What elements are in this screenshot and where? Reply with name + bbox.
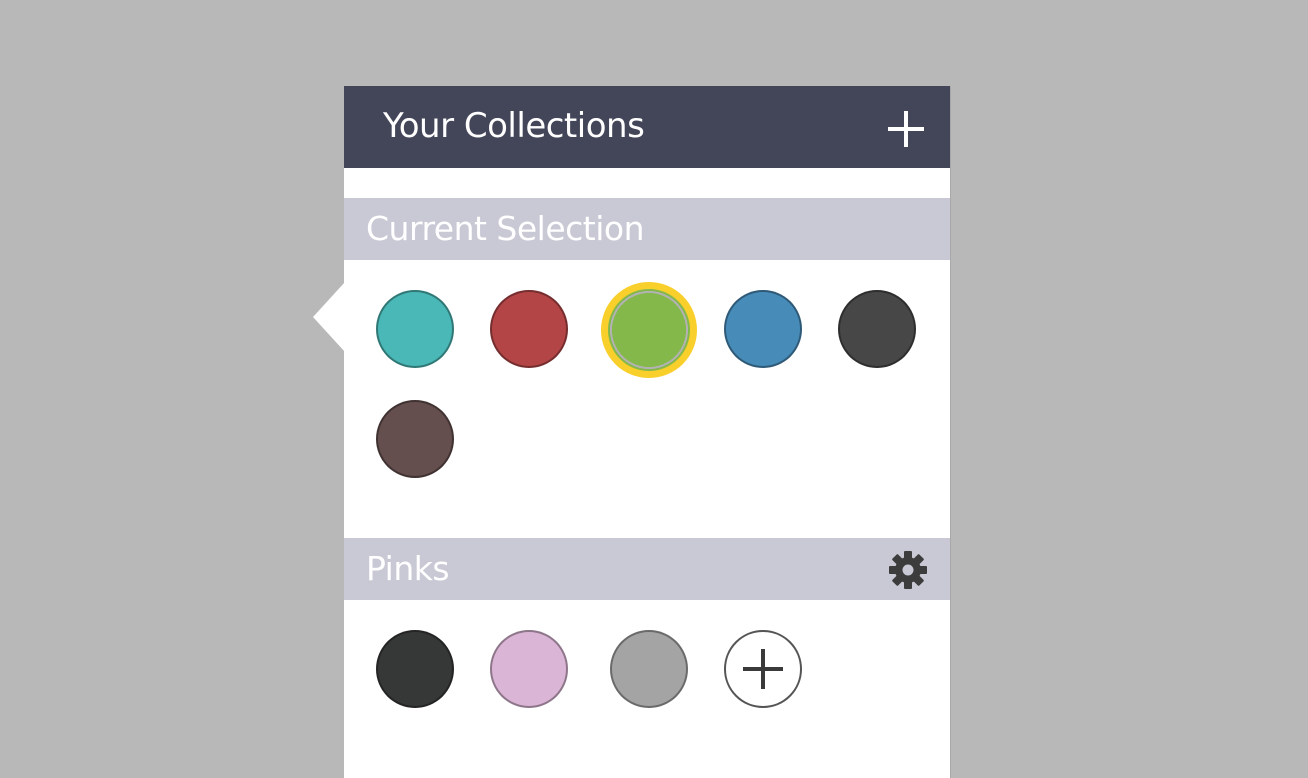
gear-icon (889, 551, 927, 589)
section-title: Current Selection (366, 209, 645, 248)
panel-title: Your Collections (383, 106, 645, 146)
color-swatch[interactable] (490, 290, 568, 368)
color-swatch[interactable] (724, 290, 802, 368)
color-swatch[interactable] (376, 400, 454, 478)
color-swatch[interactable] (610, 630, 688, 708)
section-title: Pinks (366, 549, 450, 588)
add-color-button[interactable] (724, 630, 802, 708)
color-swatch[interactable] (490, 630, 568, 708)
panel-header: Your Collections (344, 86, 950, 168)
color-swatch-selected[interactable] (601, 282, 697, 378)
color-swatch[interactable] (376, 290, 454, 368)
plus-icon (888, 111, 924, 147)
color-swatch[interactable] (376, 630, 454, 708)
collections-panel: Your Collections Current Selection Pinks (344, 86, 950, 778)
plus-icon (743, 649, 783, 689)
color-swatch[interactable] (838, 290, 916, 368)
section-header-pinks: Pinks (344, 538, 950, 600)
section-header-current-selection: Current Selection (344, 198, 950, 260)
add-collection-button[interactable] (886, 109, 926, 149)
collection-settings-button[interactable] (887, 549, 929, 591)
panel-pointer (313, 282, 345, 352)
